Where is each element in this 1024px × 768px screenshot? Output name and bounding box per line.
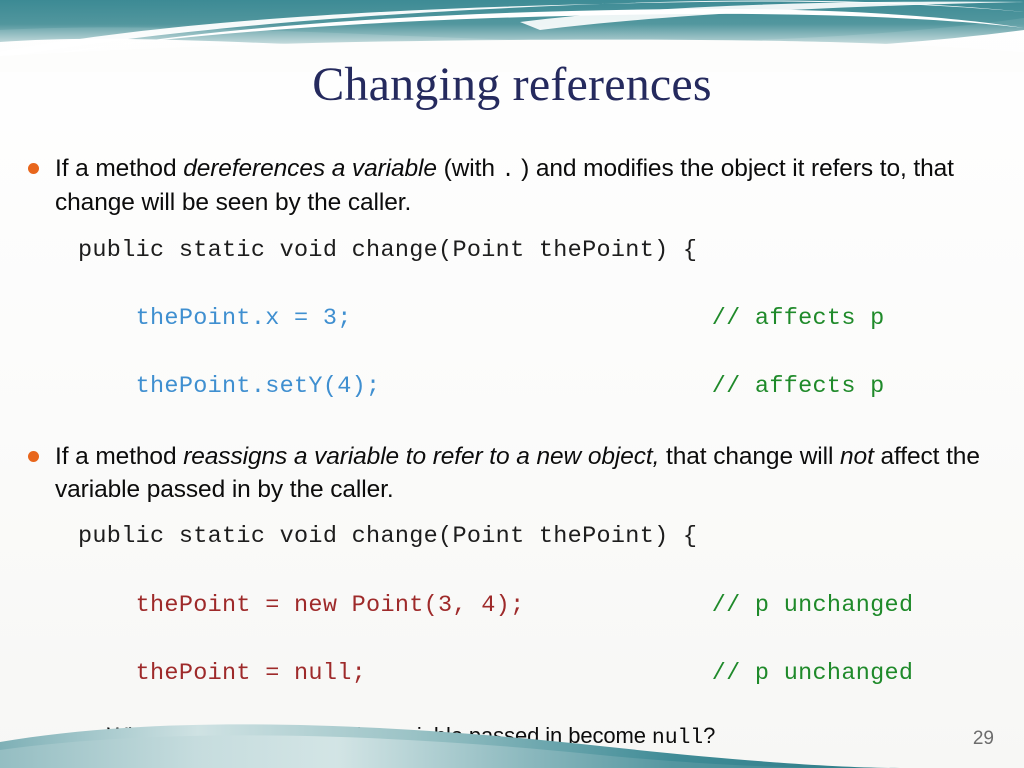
code-gap <box>366 660 712 687</box>
code-gap <box>352 305 712 332</box>
code-text: public static void change(Point thePoint… <box>78 523 698 551</box>
code-block-1: public static void change(Point thePoint… <box>78 234 1000 404</box>
bullet-item-1: If a method dereferences a variable (wit… <box>28 152 1000 220</box>
emphasis-text: reassigns a variable to refer to a new o… <box>183 442 660 470</box>
code-comment: // affects p <box>711 372 885 400</box>
emphasis-text: not <box>840 442 874 470</box>
code-line: thePoint.x = 3; // affects p <box>78 302 1000 336</box>
code-comment: // affects p <box>711 304 885 332</box>
plain-text: If a method <box>55 155 184 182</box>
plain-text: What if we want to make the variable pas… <box>107 722 652 748</box>
plain-text: ? <box>703 722 716 748</box>
slide-body: If a method dereferences a variable (wit… <box>28 152 1000 753</box>
code-text: public static void change(Point thePoint… <box>78 236 698 264</box>
code-gap <box>380 373 711 400</box>
code-comment: // p unchanged <box>711 659 914 687</box>
code-comment: // p unchanged <box>711 591 914 619</box>
bullet-text-2: If a method reassigns a variable to refe… <box>55 440 1000 507</box>
sub-bullet-dot-icon <box>85 730 94 740</box>
plain-text: that change will <box>659 442 841 470</box>
inline-code: null <box>651 725 704 750</box>
bullet-item-2: If a method reassigns a variable to refe… <box>28 440 1000 507</box>
bullet-text-3: What if we want to make the variable pas… <box>107 721 715 753</box>
code-gap <box>524 592 711 619</box>
emphasis-text: dereferences a variable <box>183 155 437 182</box>
code-line: public static void change(Point thePoint… <box>78 234 1000 268</box>
code-block-2: public static void change(Point thePoint… <box>78 520 1000 690</box>
slide-title: Changing references <box>312 58 712 111</box>
bullet-text-1: If a method dereferences a variable (wit… <box>55 152 1000 220</box>
code-line: thePoint = new Point(3, 4); // p unchang… <box>78 589 1000 623</box>
code-line: public static void change(Point thePoint… <box>78 520 1000 554</box>
slide: Changing references If a method derefere… <box>0 0 1024 768</box>
bullet-item-3: What if we want to make the variable pas… <box>85 721 1000 753</box>
plain-text: (with <box>436 155 502 182</box>
code-line: thePoint = null; // p unchanged <box>78 657 1000 691</box>
page-number: 29 <box>972 728 994 749</box>
plain-text: If a method <box>55 442 184 470</box>
code-text: thePoint.setY(4); <box>78 372 381 400</box>
inline-code: . <box>501 159 515 183</box>
code-text: thePoint.x = 3; <box>78 304 352 332</box>
code-text: thePoint = new Point(3, 4); <box>78 591 525 619</box>
code-text: thePoint = null; <box>78 659 367 687</box>
bullet-dot-icon <box>28 450 39 462</box>
bullet-dot-icon <box>28 163 39 174</box>
code-line: thePoint.setY(4); // affects p <box>78 370 1000 404</box>
